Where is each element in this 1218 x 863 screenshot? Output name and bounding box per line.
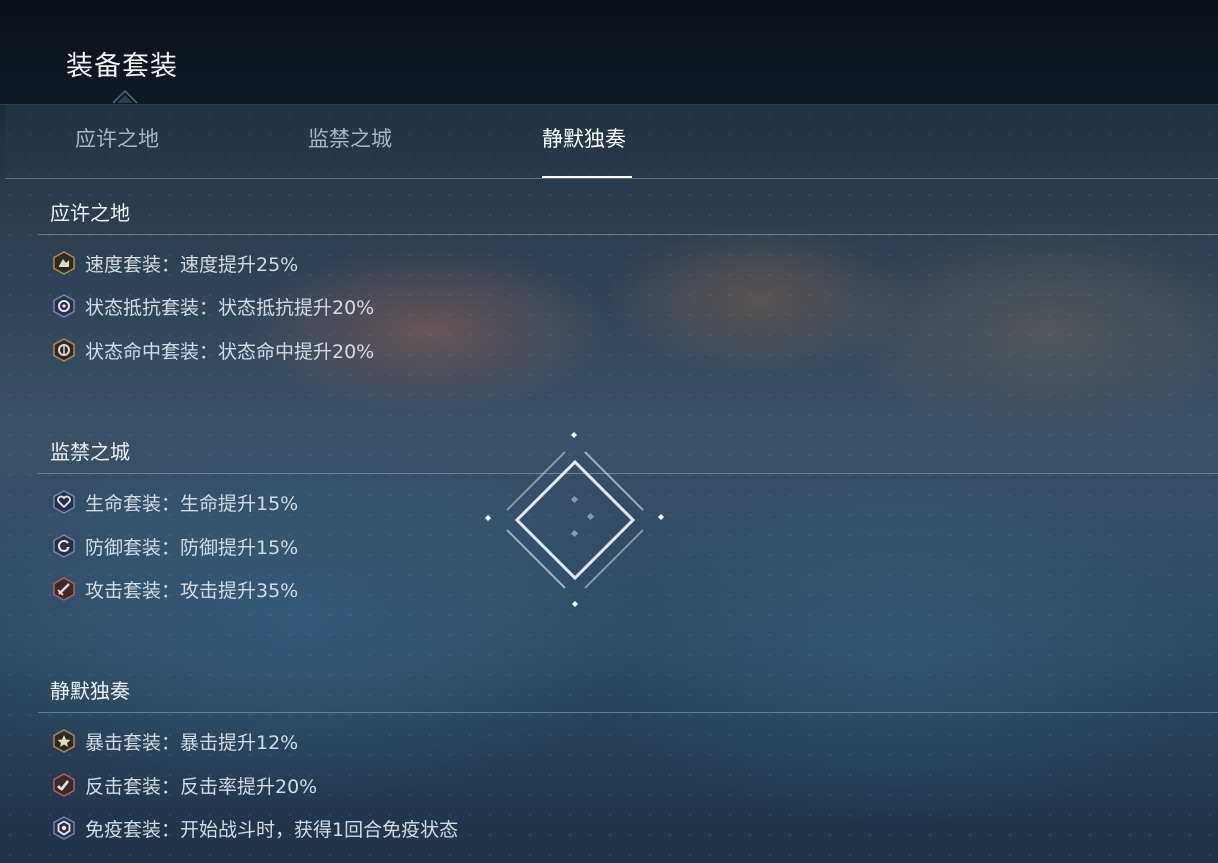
set-effect-text: 状态抵抗套装：状态抵抗提升20% — [85, 296, 375, 319]
list-item: 暴击套装：暴击提升12% — [52, 728, 298, 754]
list-item: 状态命中套装：状态命中提升20% — [52, 337, 374, 363]
defense-set-icon — [53, 534, 75, 558]
set-effect-text: 免疫套装：开始战斗时，获得1回合免疫状态 — [85, 818, 459, 841]
set-effect-text: 反击套装：反击率提升20% — [85, 775, 318, 798]
section-title-silent-solo: 静默独奏 — [50, 679, 130, 703]
list-item: 状态抵抗套装：状态抵抗提升20% — [52, 293, 374, 319]
set-effect-text: 状态命中套装：状态命中提升20% — [85, 340, 375, 363]
diamond-emblem-icon — [485, 432, 664, 607]
resist-set-icon — [53, 294, 75, 318]
attack-set-icon — [53, 577, 75, 601]
crit-set-icon — [53, 729, 75, 753]
set-effect-text: 速度套装：速度提升25% — [85, 253, 299, 276]
list-item: 防御套装：防御提升15% — [52, 533, 298, 559]
set-effect-text: 攻击套装：攻击提升35% — [85, 579, 299, 602]
list-item: 攻击套装：攻击提升35% — [52, 576, 298, 602]
tab-silent-solo[interactable]: 静默独奏 — [542, 123, 626, 153]
section-title-promised-land: 应许之地 — [50, 201, 130, 225]
list-item: 生命套装：生命提升15% — [52, 489, 298, 515]
section-divider — [38, 234, 1218, 235]
speed-set-icon — [53, 251, 75, 275]
health-set-icon — [53, 490, 75, 514]
page-title: 装备套装 — [66, 51, 178, 82]
tab-bar: 应许之地 监禁之城 静默独奏 — [5, 105, 1218, 179]
list-item: 速度套装：速度提升25% — [52, 250, 298, 276]
active-tab-indicator — [542, 176, 632, 178]
section-divider — [38, 712, 1218, 713]
accuracy-set-icon — [53, 338, 75, 362]
immunity-set-icon — [53, 816, 75, 840]
list-item: 免疫套装：开始战斗时，获得1回合免疫状态 — [52, 815, 458, 841]
title-caret-icon — [112, 89, 138, 104]
list-item: 反击套装：反击率提升20% — [52, 772, 317, 798]
set-effect-text: 防御套装：防御提升15% — [85, 536, 299, 559]
tab-promised-land[interactable]: 应许之地 — [75, 123, 159, 153]
section-title-prison-city: 监禁之城 — [50, 440, 130, 464]
counter-set-icon — [53, 773, 75, 797]
header-bar: 装备套装 — [0, 0, 1218, 105]
set-effect-text: 生命套装：生命提升15% — [85, 492, 299, 515]
tab-prison-city[interactable]: 监禁之城 — [308, 123, 392, 153]
set-effect-text: 暴击套装：暴击提升12% — [85, 731, 299, 754]
